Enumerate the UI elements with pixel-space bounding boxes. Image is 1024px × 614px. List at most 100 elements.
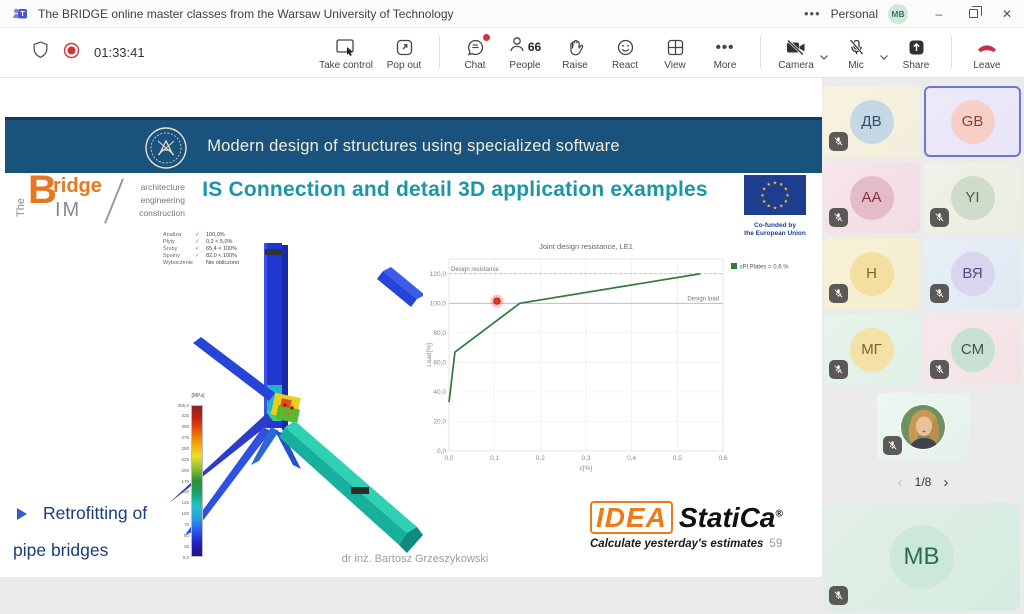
camera-options-chevron[interactable] [819, 40, 829, 73]
colorbar-tick: 250 [165, 446, 189, 451]
participant-tile[interactable]: YI [924, 162, 1021, 233]
svg-text:100,0: 100,0 [430, 300, 447, 307]
mic-off-indicator [829, 586, 848, 605]
participant-video-tile[interactable] [877, 393, 970, 461]
leave-button[interactable]: Leave [964, 32, 1010, 73]
camera-button[interactable]: Camera [773, 32, 819, 73]
participant-initials: ДВ [850, 100, 894, 144]
restore-button[interactable] [956, 0, 990, 27]
logo-the: The [15, 198, 27, 217]
leave-call-icon [976, 36, 998, 58]
svg-text:★: ★ [784, 199, 789, 205]
slide-title: IS Connection and detail 3D application … [175, 178, 735, 202]
participant-tile[interactable]: ВЯ [924, 238, 1021, 309]
svg-text:Design load: Design load [687, 296, 719, 302]
svg-text:★: ★ [784, 187, 789, 193]
idea-tagline: Calculate yesterday's estimates59 [590, 538, 815, 550]
chat-notification-dot [483, 34, 490, 41]
participant-tile[interactable]: AA [823, 162, 920, 233]
people-button[interactable]: 66 People [502, 32, 548, 73]
take-control-button[interactable]: Take control [315, 32, 377, 73]
slide-page-number: 59 [769, 538, 782, 550]
pop-out-icon [395, 36, 414, 58]
svg-text:0,6: 0,6 [718, 455, 727, 462]
svg-text:★: ★ [785, 193, 790, 199]
window-titlebar: T The BRIDGE online master classes from … [0, 0, 1024, 28]
svg-text:0,2: 0,2 [536, 455, 545, 462]
eu-flag-icon: ★★★★★★★★★★★★ [744, 175, 806, 215]
recording-indicator-icon [63, 42, 80, 64]
view-button[interactable]: View [652, 32, 698, 73]
logo-slash [104, 178, 123, 223]
raise-hand-icon [567, 36, 584, 58]
meeting-toolbar: 01:33:41 Take control Pop out [0, 28, 1024, 78]
idea-wordmark: IDEA [590, 501, 673, 534]
participant-tile[interactable]: СМ [924, 314, 1021, 385]
raise-hand-button[interactable]: Raise [552, 32, 598, 73]
colorbar-tick: 275 [165, 435, 189, 440]
participant-tile[interactable]: GB [924, 86, 1021, 157]
svg-text:★: ★ [767, 182, 772, 188]
svg-text:Design resistance: Design resistance [451, 267, 499, 273]
people-icon [509, 35, 525, 59]
participant-tile[interactable]: МГ [823, 314, 920, 385]
participant-initials: MB [890, 525, 954, 589]
view-icon [666, 36, 685, 58]
participant-photo-avatar [900, 404, 946, 450]
participant-tile[interactable]: H [823, 238, 920, 309]
svg-text:40,0: 40,0 [433, 389, 446, 396]
bullet-text-line1: Retrofitting of [43, 503, 147, 524]
bullet-text-line2: pipe bridges [13, 540, 203, 561]
svg-text:0,1: 0,1 [490, 455, 499, 462]
statica-wordmark: StatiCa® [679, 502, 783, 534]
more-icon: ••• [716, 36, 735, 58]
participant-tile-self[interactable]: MB [823, 503, 1020, 611]
close-button[interactable]: ✕ [990, 0, 1024, 27]
camera-off-icon [785, 36, 807, 58]
mic-off-indicator [930, 284, 949, 303]
titlebar-overflow-menu[interactable]: ••• [794, 6, 831, 21]
svg-text:0,0: 0,0 [437, 448, 446, 455]
svg-text:20,0: 20,0 [433, 418, 446, 425]
mic-off-indicator [930, 208, 949, 227]
page-next-chevron[interactable]: › [943, 474, 948, 491]
presentation-slide: Modern design of structures using specia… [5, 85, 822, 577]
profile-label[interactable]: Personal [831, 7, 878, 21]
participants-pagination: ‹ 1/8 › [822, 473, 1024, 491]
svg-text:120,0: 120,0 [430, 271, 447, 278]
colorbar-tick: 200 [165, 468, 189, 473]
eu-cofunding-badge: ★★★★★★★★★★★★ Co-funded by the European U… [740, 175, 810, 239]
page-prev-chevron[interactable]: ‹ [898, 474, 903, 491]
mic-options-chevron[interactable] [879, 40, 889, 73]
react-button[interactable]: React [602, 32, 648, 73]
participant-initials: GB [951, 100, 995, 144]
share-icon [907, 36, 926, 58]
shield-icon[interactable] [32, 41, 49, 64]
more-button[interactable]: ••• More [702, 32, 748, 73]
svg-text:0,5: 0,5 [673, 455, 682, 462]
colorbar-unit: [MPa] [187, 393, 209, 399]
participant-initials: ВЯ [951, 252, 995, 296]
profile-avatar[interactable]: MB [888, 4, 908, 24]
colorbar-tick: 175 [165, 479, 189, 484]
svg-text:★: ★ [773, 205, 778, 211]
page-indicator: 1/8 [915, 475, 932, 489]
svg-text:0,3: 0,3 [581, 455, 590, 462]
bullet-triangle-icon [17, 508, 27, 520]
participant-tile[interactable]: ДВ [823, 86, 920, 157]
svg-text:60,0: 60,0 [433, 359, 446, 366]
logo-ridge: ridge [53, 175, 102, 198]
minimize-button[interactable]: – [922, 0, 956, 27]
react-icon [616, 36, 635, 58]
teams-meeting-window: T The BRIDGE online master classes from … [0, 0, 1024, 614]
idea-statica-logo: IDEA StatiCa® Calculate yesterday's esti… [590, 501, 815, 550]
university-seal-icon [143, 125, 189, 176]
share-button[interactable]: Share [893, 32, 939, 73]
chat-button[interactable]: Chat [452, 32, 498, 73]
mic-button[interactable]: Mic [833, 32, 879, 73]
participant-initials: МГ [850, 328, 894, 372]
pop-out-button[interactable]: Pop out [381, 32, 427, 73]
svg-text:★: ★ [762, 199, 767, 205]
bridge-bim-logo: The B ridge IM architecture engineering … [15, 177, 180, 233]
chat-icon [466, 36, 485, 58]
